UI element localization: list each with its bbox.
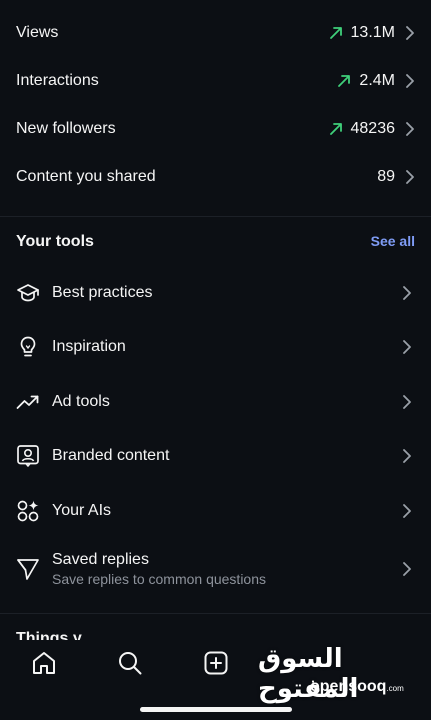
chevron-right-icon: [403, 395, 411, 409]
see-all-link[interactable]: See all: [371, 233, 415, 249]
chevron-right-icon: [406, 170, 414, 184]
stat-value: 48236: [350, 120, 396, 137]
chevron-right-icon: [406, 74, 414, 88]
stat-value: 2.4M: [359, 72, 395, 89]
tool-label: Your AIs: [52, 502, 112, 519]
stat-right: 13.1M: [329, 24, 415, 42]
trend-up-icon: [329, 123, 342, 135]
tool-item-saved-replies[interactable]: Saved replies Save replies to common que…: [0, 540, 431, 598]
stat-row-content-shared[interactable]: Content you shared 89: [0, 153, 431, 201]
watermark-latin-text: opensooq: [310, 678, 387, 695]
lightbulb-icon: [20, 336, 36, 357]
chevron-right-icon: [403, 504, 411, 518]
graduation-cap-icon: [17, 284, 39, 302]
stat-value: 89: [377, 168, 395, 185]
tool-sublabel: Save replies to common questions: [52, 571, 266, 587]
chevron-right-icon: [406, 26, 414, 40]
tool-item-branded-content[interactable]: Branded content: [0, 429, 431, 483]
chevron-right-icon: [403, 449, 411, 463]
tool-label: Saved replies: [52, 551, 149, 568]
chevron-right-icon: [403, 562, 411, 576]
home-icon[interactable]: [31, 650, 57, 676]
stat-right: 2.4M: [337, 72, 415, 90]
opensooq-watermark: السوق المفتوح opensooq.com: [258, 644, 418, 704]
stat-row-views[interactable]: Views 13.1M: [0, 9, 431, 57]
home-indicator: [140, 707, 292, 712]
stat-row-new-followers[interactable]: New followers 48236: [0, 105, 431, 153]
stat-row-interactions[interactable]: Interactions 2.4M: [0, 57, 431, 105]
trending-up-icon: [16, 395, 39, 409]
tool-label: Inspiration: [52, 338, 126, 355]
stat-right: 48236: [329, 120, 416, 138]
ai-sparkle-icon: [17, 500, 39, 522]
chevron-right-icon: [403, 340, 411, 354]
section-title: Your tools: [16, 233, 94, 250]
tool-item-best-practices[interactable]: Best practices: [0, 266, 431, 320]
tools-header: Your tools See all: [0, 226, 431, 258]
stat-label: Views: [16, 24, 59, 41]
chevron-right-icon: [406, 122, 414, 136]
stat-label: New followers: [16, 120, 116, 137]
tool-label: Best practices: [52, 284, 153, 301]
section-divider: [0, 216, 431, 217]
tool-item-inspiration[interactable]: Inspiration: [0, 320, 431, 374]
stat-right: 89: [377, 168, 415, 186]
trend-up-icon: [329, 27, 342, 39]
watermark-latin: opensooq.com: [310, 678, 404, 696]
tool-item-ad-tools[interactable]: Ad tools: [0, 375, 431, 429]
tool-label: Ad tools: [52, 393, 110, 410]
watermark-suffix: .com: [386, 684, 404, 693]
branded-content-icon: [17, 445, 39, 467]
tool-item-your-ais[interactable]: Your AIs: [0, 484, 431, 538]
send-icon: [17, 559, 39, 580]
stat-label: Content you shared: [16, 168, 156, 185]
tool-label: Branded content: [52, 447, 170, 464]
stat-label: Interactions: [16, 72, 99, 89]
stat-value: 13.1M: [350, 24, 395, 41]
create-icon[interactable]: [203, 650, 229, 676]
search-icon[interactable]: [117, 650, 143, 676]
section-divider: [0, 613, 431, 614]
chevron-right-icon: [403, 286, 411, 300]
trend-up-icon: [338, 75, 351, 87]
